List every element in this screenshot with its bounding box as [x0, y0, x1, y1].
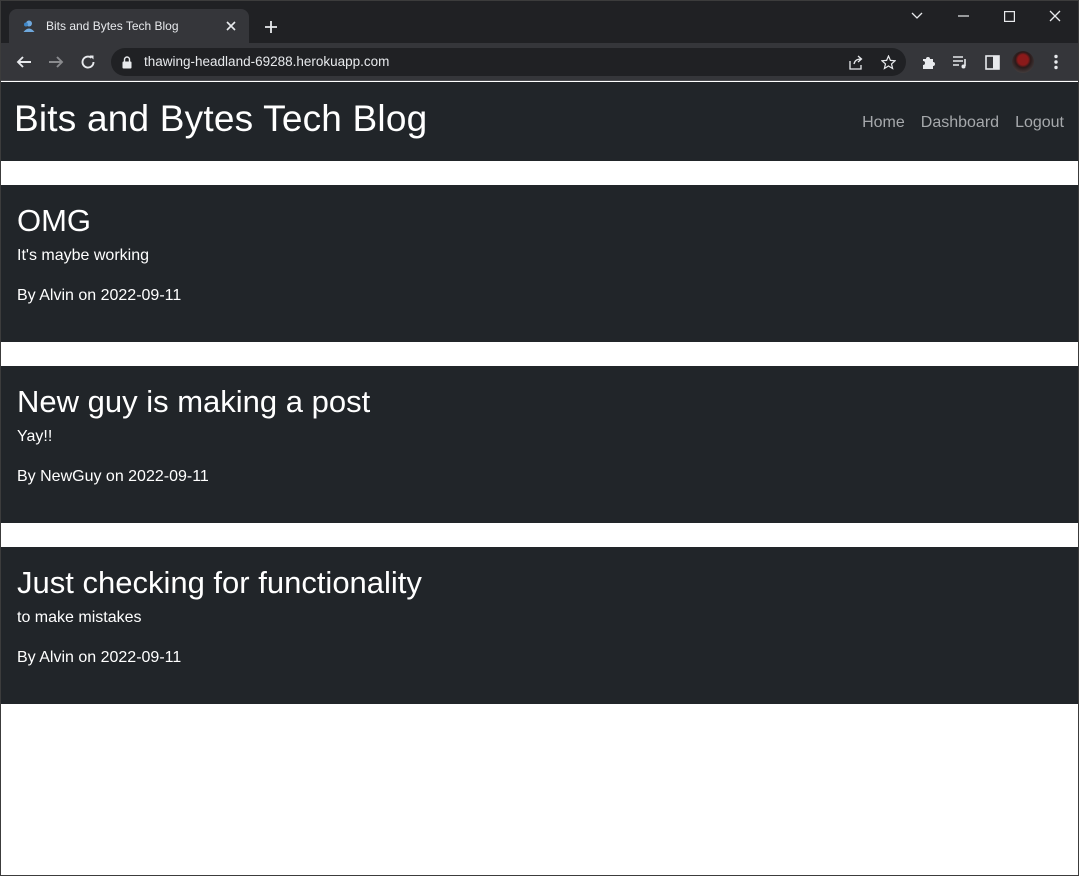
post-meta: By Alvin on 2022-09-11: [17, 287, 182, 304]
tab-strip: Bits and Bytes Tech Blog: [1, 1, 1078, 43]
forward-button[interactable]: [42, 48, 70, 76]
post-meta: By Alvin on 2022-09-11: [17, 649, 182, 666]
post-card[interactable]: Just checking for functionality to make …: [1, 547, 1078, 704]
nav-logout-link[interactable]: Logout: [1015, 114, 1064, 132]
profile-avatar[interactable]: [1012, 51, 1034, 73]
browser-tab[interactable]: Bits and Bytes Tech Blog: [9, 9, 249, 43]
tab-title: Bits and Bytes Tech Blog: [46, 19, 179, 33]
new-tab-button[interactable]: [259, 15, 283, 39]
close-tab-icon[interactable]: [223, 18, 239, 34]
back-button[interactable]: [10, 48, 38, 76]
share-icon[interactable]: [846, 52, 866, 72]
url-text: thawing-headland-69288.herokuapp.com: [144, 54, 390, 69]
nav-dashboard-link[interactable]: Dashboard: [921, 114, 999, 132]
page-content: Bits and Bytes Tech Blog Home Dashboard …: [1, 82, 1078, 875]
post-card[interactable]: New guy is making a post Yay!! By NewGuy…: [1, 366, 1078, 523]
media-control-icon[interactable]: [946, 48, 974, 76]
site-title: Bits and Bytes Tech Blog: [14, 97, 428, 139]
lock-icon: [120, 54, 134, 70]
post-card[interactable]: OMG It's maybe working By Alvin on 2022-…: [1, 185, 1078, 342]
address-bar[interactable]: thawing-headland-69288.herokuapp.com: [111, 48, 906, 76]
bookmark-star-icon[interactable]: [878, 52, 898, 72]
tab-search-chevron-icon[interactable]: [894, 1, 940, 31]
close-window-button[interactable]: [1032, 1, 1078, 31]
post-body: Yay!!: [17, 428, 53, 445]
browser-toolbar: thawing-headland-69288.herokuapp.com: [1, 43, 1078, 81]
minimize-button[interactable]: [940, 1, 986, 31]
side-panel-icon[interactable]: [978, 48, 1006, 76]
post-body: It's maybe working: [17, 247, 149, 264]
site-nav: Home Dashboard Logout: [846, 114, 1064, 132]
post-body: to make mistakes: [17, 609, 142, 626]
post-meta: By NewGuy on 2022-09-11: [17, 468, 209, 485]
more-menu-icon[interactable]: [1042, 48, 1070, 76]
extensions-icon[interactable]: [914, 48, 942, 76]
favicon-icon: [21, 18, 37, 34]
nav-home-link[interactable]: Home: [862, 114, 905, 132]
site-header: Bits and Bytes Tech Blog Home Dashboard …: [1, 82, 1078, 161]
browser-window: Bits and Bytes Tech Blog thawing-headlan…: [0, 0, 1079, 876]
reload-button[interactable]: [74, 48, 102, 76]
post-title[interactable]: New guy is making a post: [17, 382, 1062, 422]
post-title[interactable]: OMG: [17, 201, 1062, 241]
post-title[interactable]: Just checking for functionality: [17, 563, 1062, 603]
maximize-button[interactable]: [986, 1, 1032, 31]
